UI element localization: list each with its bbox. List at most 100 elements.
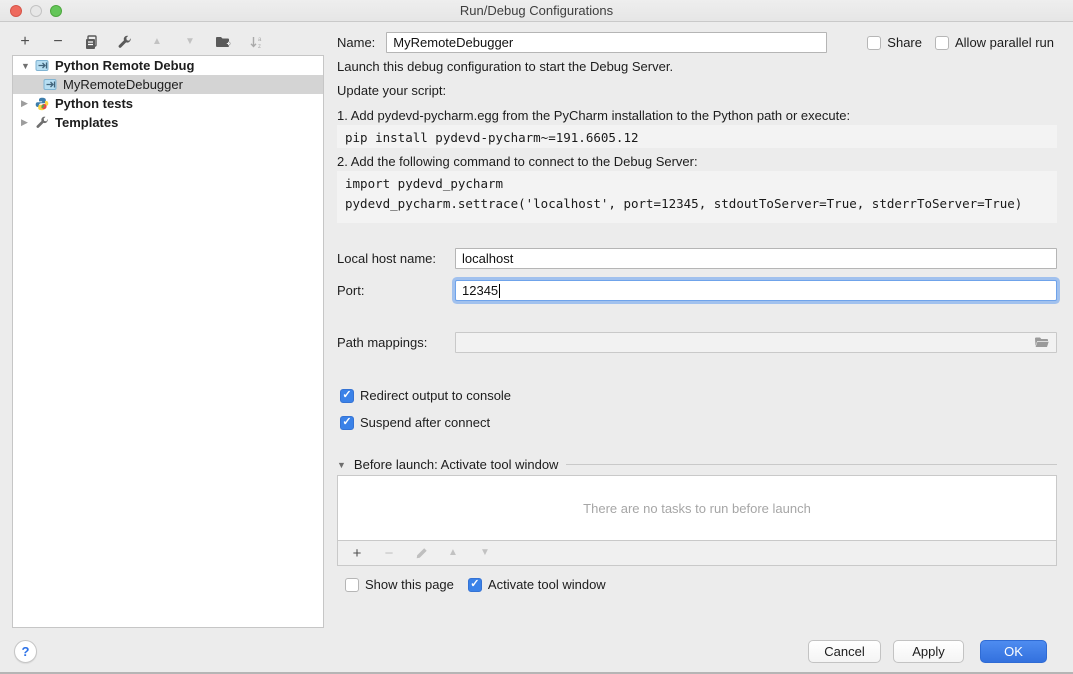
tree-item-myremotedebugger[interactable]: MyRemoteDebugger <box>13 75 323 94</box>
suspend-after-connect-checkbox[interactable]: ✓ <box>340 416 354 430</box>
remove-task-button: − <box>380 544 398 562</box>
port-input[interactable]: 12345 <box>455 280 1057 301</box>
tree-item-label: MyRemoteDebugger <box>63 77 183 92</box>
configurations-tree: ▼ Python Remote Debug MyRemoteDebugger ▶… <box>12 55 324 628</box>
settrace-code: import pydevd_pycharm pydevd_pycharm.set… <box>337 171 1057 223</box>
sort-alphabetically-icon: az <box>249 35 264 50</box>
help-button[interactable]: ? <box>14 640 37 663</box>
new-folder-icon <box>215 35 231 49</box>
move-task-down-button: ▼ <box>476 544 494 562</box>
activate-tool-window-checkbox[interactable]: ✓ <box>468 578 482 592</box>
move-up-icon: ▲ <box>152 37 162 47</box>
pencil-icon <box>415 547 428 560</box>
tree-item-templates[interactable]: ▶ Templates <box>13 113 323 132</box>
window-controls <box>10 5 62 17</box>
redirect-output-label: Redirect output to console <box>360 388 511 403</box>
path-mappings-label: Path mappings: <box>337 335 427 350</box>
tree-item-python-remote-debug[interactable]: ▼ Python Remote Debug <box>13 56 323 75</box>
activate-tool-window-label: Activate tool window <box>488 577 606 592</box>
plus-icon: + <box>353 546 362 561</box>
task-list-toolbar: + − ▲ ▼ <box>338 540 1056 565</box>
create-folder-button[interactable] <box>214 33 232 51</box>
step-1-text: 1. Add pydevd-pycharm.egg from the PyCha… <box>337 108 850 123</box>
redirect-output-checkbox[interactable]: ✓ <box>340 389 354 403</box>
show-this-page-checkbox[interactable] <box>345 578 359 592</box>
remote-debug-config-icon <box>43 78 59 92</box>
empty-tasks-message: There are no tasks to run before launch <box>338 476 1056 540</box>
close-window-button[interactable] <box>10 5 22 17</box>
check-icon: ✓ <box>342 390 351 401</box>
check-icon: ✓ <box>342 417 351 428</box>
move-up-icon: ▲ <box>448 548 458 558</box>
move-down-icon: ▼ <box>185 37 195 47</box>
path-mappings-row: Path mappings: <box>337 335 1057 350</box>
name-row: Name: MyRemoteDebugger Share Allow paral… <box>337 32 1054 53</box>
tree-item-python-tests[interactable]: ▶ Python tests <box>13 94 323 113</box>
settrace-code-line-2: pydevd_pycharm.settrace('localhost', por… <box>345 194 1049 214</box>
local-host-row: Local host name: localhost <box>337 251 1057 266</box>
before-launch-header[interactable]: ▼ Before launch: Activate tool window <box>337 457 1057 472</box>
check-icon: ✓ <box>470 579 479 590</box>
step-2-text: 2. Add the following command to connect … <box>337 154 698 169</box>
zoom-window-button[interactable] <box>50 5 62 17</box>
configurations-toolbar: + − ▲ ▼ az <box>16 31 265 53</box>
port-label: Port: <box>337 283 364 298</box>
plus-icon: + <box>20 34 29 50</box>
redirect-output-row: ✓ Redirect output to console <box>340 388 511 403</box>
chevron-right-icon[interactable]: ▶ <box>21 117 35 128</box>
help-icon: ? <box>22 644 30 659</box>
show-this-page-label: Show this page <box>365 577 454 592</box>
intro-line-1: Launch this debug configuration to start… <box>337 59 673 74</box>
configuration-editor: Name: MyRemoteDebugger Share Allow paral… <box>337 0 1058 674</box>
svg-text:a: a <box>258 37 262 43</box>
python-icon <box>35 97 51 111</box>
move-down-button: ▼ <box>181 33 199 51</box>
tree-item-label: Python tests <box>55 96 133 111</box>
settrace-code-line-1: import pydevd_pycharm <box>345 174 1049 194</box>
suspend-after-connect-row: ✓ Suspend after connect <box>340 415 490 430</box>
minus-icon: − <box>53 34 62 50</box>
tree-item-label: Python Remote Debug <box>55 58 194 73</box>
add-task-button[interactable]: + <box>348 544 366 562</box>
remove-configuration-button[interactable]: − <box>49 33 67 51</box>
apply-button[interactable]: Apply <box>893 640 964 663</box>
templates-wrench-icon <box>35 116 51 130</box>
before-launch-title: Before launch: Activate tool window <box>354 457 559 472</box>
port-row: Port: 12345 <box>337 283 1057 298</box>
allow-parallel-run-checkbox[interactable] <box>935 36 949 50</box>
cancel-button[interactable]: Cancel <box>808 640 881 663</box>
move-up-button: ▲ <box>148 33 166 51</box>
edit-templates-button[interactable] <box>115 33 133 51</box>
svg-text:z: z <box>258 44 261 50</box>
run-debug-configurations-dialog: Run/Debug Configurations + − ▲ ▼ <box>0 0 1073 674</box>
pip-install-code: pip install pydevd-pycharm~=191.6605.12 <box>337 125 1057 148</box>
remote-debug-config-icon <box>35 59 51 73</box>
add-configuration-button[interactable]: + <box>16 33 34 51</box>
local-host-input[interactable]: localhost <box>455 248 1057 269</box>
chevron-right-icon[interactable]: ▶ <box>21 98 35 109</box>
allow-parallel-run-label: Allow parallel run <box>955 35 1054 50</box>
edit-task-button <box>412 544 430 562</box>
copy-configuration-button[interactable] <box>82 33 100 51</box>
intro-line-2: Update your script: <box>337 83 446 98</box>
share-checkbox[interactable] <box>867 36 881 50</box>
text-cursor <box>499 284 500 298</box>
before-launch-task-list: There are no tasks to run before launch … <box>337 475 1057 566</box>
path-mappings-input[interactable] <box>455 332 1057 353</box>
chevron-down-icon[interactable]: ▼ <box>21 61 35 71</box>
name-input[interactable]: MyRemoteDebugger <box>386 32 827 53</box>
page-options-row: Show this page ✓ Activate tool window <box>345 577 606 592</box>
section-divider <box>566 464 1057 465</box>
local-host-label: Local host name: <box>337 251 436 266</box>
name-label: Name: <box>337 35 375 50</box>
wrench-icon <box>117 35 132 50</box>
chevron-down-icon[interactable]: ▼ <box>337 460 346 470</box>
ok-button[interactable]: OK <box>980 640 1047 663</box>
share-label: Share <box>887 35 922 50</box>
suspend-after-connect-label: Suspend after connect <box>360 415 490 430</box>
minus-icon: − <box>385 546 394 561</box>
sort-configurations-button: az <box>247 33 265 51</box>
minimize-window-button <box>30 5 42 17</box>
browse-folder-icon[interactable] <box>1034 336 1050 349</box>
move-task-up-button: ▲ <box>444 544 462 562</box>
